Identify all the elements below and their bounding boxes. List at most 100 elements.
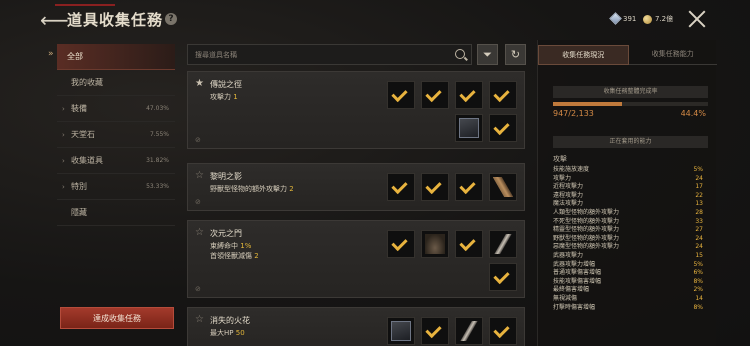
- nav-item-label: 全部: [67, 52, 83, 61]
- refresh-button[interactable]: ↻: [505, 44, 526, 65]
- effect-value: 2: [289, 185, 294, 193]
- stat-row: 武器攻擊力 15: [553, 252, 703, 261]
- favorite-star-icon[interactable]: ★: [195, 78, 204, 89]
- item-slot[interactable]: [489, 81, 517, 109]
- nav-item-collect-items[interactable]: › 收集道具 31.82%: [57, 148, 175, 174]
- category-nav: 全部 我的收藏 › 裝備 47.03% › 天堂石 7.55% › 收集道具 31.82% …: [57, 44, 175, 226]
- stat-value: 15: [695, 251, 703, 259]
- stat-value: 17: [695, 183, 703, 191]
- check-icon: [459, 177, 476, 195]
- item-slot[interactable]: [387, 173, 415, 201]
- check-icon: [459, 234, 476, 252]
- armor-item-icon: [391, 321, 411, 341]
- item-slot[interactable]: [489, 263, 517, 291]
- collection-card[interactable]: ☆ 黎明之影 野獸型怪物的額外攻擊力 2 ⊘: [187, 163, 525, 211]
- stat-row: 近程攻擊力 17: [553, 183, 703, 192]
- item-slot[interactable]: [455, 114, 483, 142]
- item-slot[interactable]: [455, 317, 483, 345]
- stat-row: 打擊時傷害增幅 8%: [553, 304, 703, 313]
- item-slot[interactable]: [455, 230, 483, 258]
- stat-name: 攻擊力: [553, 174, 572, 182]
- item-slot[interactable]: [489, 173, 517, 201]
- stat-value: 24: [695, 243, 703, 251]
- filter-icon: ⏷: [483, 48, 492, 61]
- expand-arrow-icon: ›: [62, 104, 65, 113]
- nav-item-percent: 47.03%: [146, 105, 169, 112]
- stat-name: 遠程攻擊力: [553, 191, 584, 199]
- nav-item-label: 隱藏: [71, 208, 87, 217]
- card-effect: 野獸型怪物的額外攻擊力 2: [210, 184, 294, 194]
- check-icon: [425, 321, 442, 339]
- search-input[interactable]: 搜尋道具名稱: [187, 44, 472, 65]
- collection-card[interactable]: ☆ 消失的火花 最大HP 50: [187, 307, 525, 346]
- link-icon: ⊘: [195, 198, 201, 206]
- stat-row: 人類型怪物的額外攻擊力 28: [553, 209, 703, 218]
- filter-button[interactable]: ⏷: [477, 44, 498, 65]
- stat-row: 魔法攻擊力 13: [553, 200, 703, 209]
- favorite-star-icon[interactable]: ☆: [195, 314, 204, 325]
- card-name: 黎明之影: [210, 172, 242, 181]
- item-slot[interactable]: [387, 230, 415, 258]
- effect-text: 野獸型怪物的額外攻擊力: [210, 185, 287, 193]
- nav-item-heavenstone[interactable]: › 天堂石 7.55%: [57, 122, 175, 148]
- check-icon: [425, 177, 442, 195]
- check-icon: [493, 118, 510, 136]
- tab-collection-status[interactable]: 收集任務現況: [538, 45, 629, 65]
- effect-text: 攻擊力: [210, 93, 231, 101]
- favorite-star-icon[interactable]: ☆: [195, 227, 204, 238]
- complete-collection-button[interactable]: 達成收集任務: [60, 307, 174, 329]
- stat-name: 近程攻擊力: [553, 183, 584, 191]
- stat-value: 5%: [693, 260, 703, 268]
- item-slot[interactable]: [489, 230, 517, 258]
- collection-card[interactable]: ☆ 次元之門 束縛命中 1% 首領怪獸減傷 2 ⊘: [187, 220, 525, 298]
- help-icon[interactable]: ?: [165, 13, 177, 25]
- stat-value: 5%: [693, 166, 703, 173]
- refresh-icon: ↻: [510, 48, 521, 61]
- nav-item-label: 我的收藏: [71, 78, 103, 87]
- tab-collection-abilities[interactable]: 收集任務能力: [628, 45, 717, 65]
- progress-section-title: 收集任務整體完成率: [553, 86, 708, 98]
- back-arrow-icon[interactable]: ⟵: [40, 9, 69, 31]
- favorite-star-icon[interactable]: ☆: [195, 170, 204, 181]
- nav-item-percent: 31.82%: [146, 157, 169, 164]
- gem-currency: 391: [609, 12, 636, 25]
- item-slot[interactable]: [387, 317, 415, 345]
- stat-value: 24: [695, 174, 703, 182]
- stat-name: 惡魔型怪物的額外攻擊力: [553, 243, 620, 251]
- collection-screen: { "header": {"title": "道具收集任務", "help": …: [0, 0, 750, 346]
- stat-value: 8%: [693, 277, 703, 285]
- item-slot[interactable]: [387, 81, 415, 109]
- expand-arrow-icon: ›: [62, 130, 65, 139]
- stat-name: 技能攻擊傷害增幅: [553, 277, 602, 285]
- search-icon[interactable]: [455, 49, 465, 59]
- nav-item-hidden[interactable]: 隱藏: [57, 200, 175, 226]
- item-slot[interactable]: [489, 114, 517, 142]
- nav-item-special[interactable]: › 特別 53.33%: [57, 174, 175, 200]
- nav-item-equipment[interactable]: › 裝備 47.03%: [57, 96, 175, 122]
- close-icon[interactable]: [688, 10, 706, 28]
- gem-icon: [609, 12, 622, 25]
- panel-tabs: 收集任務現況 收集任務能力: [538, 45, 717, 65]
- item-slot[interactable]: [421, 173, 449, 201]
- stat-row: 技能施放速度 5%: [553, 166, 703, 175]
- stat-value: 6%: [693, 269, 703, 277]
- nav-item-all[interactable]: 全部: [57, 44, 175, 70]
- item-slot[interactable]: [455, 173, 483, 201]
- effect-value: 1: [233, 93, 238, 101]
- gold-currency: 7.2億: [643, 14, 673, 24]
- item-slot[interactable]: [455, 81, 483, 109]
- collection-card[interactable]: ★ 傳說之徑 攻擊力 1 ⊘: [187, 71, 525, 149]
- stat-row: 不死型怪物的額外攻擊力 33: [553, 218, 703, 227]
- nav-item-favorites[interactable]: 我的收藏: [57, 70, 175, 96]
- nav-item-percent: 7.55%: [149, 131, 169, 138]
- progress-bar: [553, 102, 708, 106]
- armor-item-icon: [459, 118, 479, 138]
- collection-list: ★ 傳說之徑 攻擊力 1 ⊘ ☆ 黎明之影 野獸型怪物的額外攻擊力 2 ⊘ ☆ …: [187, 71, 525, 346]
- progress-percent: 44.4%: [680, 109, 706, 118]
- item-slot[interactable]: [421, 81, 449, 109]
- item-slot[interactable]: [421, 230, 449, 258]
- stat-name: 人類型怪物的額外攻擊力: [553, 208, 620, 216]
- item-slot[interactable]: [489, 317, 517, 345]
- item-slot[interactable]: [421, 317, 449, 345]
- stat-category: 攻擊: [553, 155, 567, 163]
